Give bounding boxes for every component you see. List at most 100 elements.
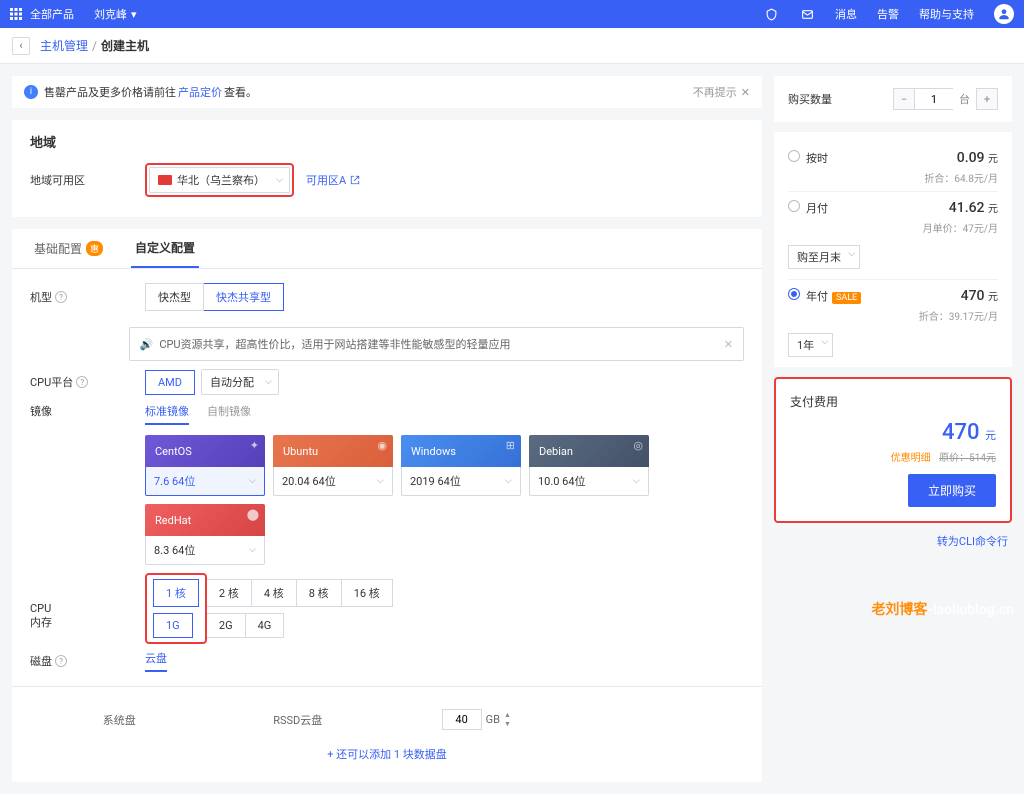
qty-minus-button[interactable]: − <box>893 88 915 110</box>
cpu-opt-4[interactable]: 4 核 <box>252 579 297 607</box>
os-card-ubuntu[interactable]: Ubuntu◉ 20.04 64位⌵ <box>273 435 393 496</box>
os-version-select[interactable]: 20.04 64位⌵ <box>273 467 393 496</box>
breadcrumb-parent[interactable]: 主机管理 <box>40 37 88 54</box>
cpu-label: CPU <box>30 602 145 615</box>
os-card-windows[interactable]: Windows⊞ 2019 64位⌵ <box>401 435 521 496</box>
qty-label: 购买数量 <box>788 91 832 107</box>
mem-opt-1g[interactable]: 1G <box>153 613 193 638</box>
notice-link[interactable]: 产品定价 <box>178 84 222 100</box>
mem-opt-2g[interactable]: 2G <box>206 613 246 638</box>
tab-basic[interactable]: 基础配置 惠 <box>30 229 107 268</box>
zone-link[interactable]: 可用区A <box>306 172 360 188</box>
debian-icon: ◎ <box>633 439 643 452</box>
help-icon[interactable]: ? <box>55 655 67 667</box>
cpu-amd[interactable]: AMD <box>145 370 195 395</box>
disk-sys-label: 系统盘 <box>30 712 209 728</box>
machine-opt-shared[interactable]: 快杰共享型 <box>204 283 284 311</box>
avatar[interactable] <box>994 4 1014 24</box>
chevron-down-icon: ▾ <box>131 8 137 21</box>
redhat-icon: ⬤ <box>247 508 259 521</box>
radio-icon <box>788 150 800 162</box>
cpu-auto-select[interactable]: 自动分配 ⌵ <box>201 369 279 395</box>
radio-icon <box>788 288 800 300</box>
image-tab-custom[interactable]: 自制镜像 <box>207 403 251 425</box>
quantity-panel: 购买数量 − 台 + <box>774 76 1012 122</box>
machine-label: 机型? <box>30 289 145 305</box>
cpu-opt-1[interactable]: 1 核 <box>153 579 199 607</box>
os-version-select[interactable]: 8.3 64位⌵ <box>145 536 265 565</box>
notice-dismiss[interactable]: 不再提示 ✕ <box>693 84 750 100</box>
config-panel: 基础配置 惠 自定义配置 机型? 快杰型 快杰共享型 <box>12 229 762 782</box>
qty-plus-button[interactable]: + <box>976 88 998 110</box>
cpu-platform-label: CPU平台? <box>30 374 145 390</box>
notice-post: 查看。 <box>224 84 257 100</box>
chevron-down-icon: ⌵ <box>265 377 272 387</box>
cpu-opt-2[interactable]: 2 核 <box>206 579 252 607</box>
os-version-select[interactable]: 2019 64位⌵ <box>401 467 521 496</box>
buy-now-button[interactable]: 立即购买 <box>908 474 996 507</box>
qty-unit: 台 <box>959 91 970 107</box>
os-card-debian[interactable]: Debian◎ 10.0 64位⌵ <box>529 435 649 496</box>
machine-opt-standard[interactable]: 快杰型 <box>145 283 204 311</box>
pay-amount: 470 <box>942 420 980 445</box>
step-down-icon[interactable]: ▼ <box>504 720 511 728</box>
centos-icon: ✦ <box>250 439 259 452</box>
messages-link[interactable]: 消息 <box>835 6 857 22</box>
os-version-select[interactable]: 10.0 64位⌵ <box>529 467 649 496</box>
back-button[interactable]: ‹ <box>12 37 30 55</box>
config-tabs: 基础配置 惠 自定义配置 <box>12 229 762 269</box>
breadcrumb-current: 创建主机 <box>101 37 149 54</box>
breadcrumb-sep: / <box>92 39 97 53</box>
payment-panel: 支付费用 470 元 优惠明细 原价：514元 立即购买 <box>774 377 1012 523</box>
mem-opt-4g[interactable]: 4G <box>246 613 285 638</box>
discount-detail-link[interactable]: 优惠明细 <box>891 453 931 464</box>
os-card-centos[interactable]: CentOS✦ 7.6 64位⌵ <box>145 435 265 496</box>
sale-badge: SALE <box>832 292 861 304</box>
alerts-link[interactable]: 告警 <box>877 6 899 22</box>
region-title: 地域 <box>30 132 744 151</box>
help-icon[interactable]: ? <box>76 376 88 388</box>
monthly-duration-select[interactable]: 购至月末⌵ <box>788 245 860 269</box>
close-icon: ✕ <box>741 86 750 99</box>
image-label: 镜像 <box>30 403 145 419</box>
flag-icon <box>158 175 172 185</box>
windows-icon: ⊞ <box>506 439 515 452</box>
disk-label: 磁盘? <box>30 653 145 669</box>
close-icon[interactable]: ✕ <box>724 338 733 351</box>
region-panel: 地域 地域可用区 华北（乌兰察布） ⌵ 可用区A <box>12 120 762 217</box>
chevron-down-icon: ⌵ <box>276 175 283 185</box>
add-disk-link[interactable]: + 还可以添加 1 块数据盘 <box>30 738 744 770</box>
machine-tip: 🔊 CPU资源共享，超高性价比，适用于网站搭建等非性能敏感型的轻量应用 ✕ <box>129 327 744 361</box>
disk-size-input[interactable] <box>442 709 482 730</box>
os-card-redhat[interactable]: RedHat⬤ 8.3 64位⌵ <box>145 504 265 565</box>
step-up-icon[interactable]: ▲ <box>504 711 511 719</box>
original-price: 原价：514元 <box>939 453 996 464</box>
ubuntu-icon: ◉ <box>377 439 387 452</box>
hourly-sub: 折合：64.8元/月 <box>788 170 998 185</box>
notice-pre: 售罄产品及更多价格请前往 <box>44 84 176 100</box>
monthly-sub: 月单价：47元/月 <box>788 220 998 235</box>
mail-icon[interactable] <box>799 6 815 22</box>
cpu-opt-8[interactable]: 8 核 <box>297 579 342 607</box>
qty-input[interactable] <box>915 88 953 110</box>
help-icon[interactable]: ? <box>55 291 67 303</box>
pricing-panel: 按时 0.09 元 折合：64.8元/月 月付 41.62 元 月单价：47元/… <box>774 132 1012 367</box>
yearly-duration-select[interactable]: 1年⌵ <box>788 333 833 357</box>
tab-custom[interactable]: 自定义配置 <box>131 229 199 268</box>
image-tab-standard[interactable]: 标准镜像 <box>145 403 189 425</box>
discount-badge: 惠 <box>86 241 103 256</box>
cli-link[interactable]: 转为CLI命令行 <box>774 533 1012 549</box>
notice-banner: i 售罄产品及更多价格请前往 产品定价 查看。 不再提示 ✕ <box>12 76 762 108</box>
yearly-sub: 折合：39.17元/月 <box>788 308 998 323</box>
menu-grid-icon[interactable] <box>10 8 22 20</box>
topbar: 全部产品 刘克峰 ▾ 消息 告警 帮助与支持 <box>0 0 1024 28</box>
breadcrumb: ‹ 主机管理 / 创建主机 <box>0 28 1024 64</box>
help-link[interactable]: 帮助与支持 <box>919 6 974 22</box>
cpu-opt-16[interactable]: 16 核 <box>342 579 393 607</box>
disk-tab-cloud[interactable]: 云盘 <box>145 650 167 672</box>
all-products-link[interactable]: 全部产品 <box>30 6 74 22</box>
os-version-select[interactable]: 7.6 64位⌵ <box>145 467 265 496</box>
user-dropdown[interactable]: 刘克峰 ▾ <box>94 6 137 22</box>
region-select[interactable]: 华北（乌兰察布） ⌵ <box>149 167 290 193</box>
shield-icon[interactable] <box>763 6 779 22</box>
